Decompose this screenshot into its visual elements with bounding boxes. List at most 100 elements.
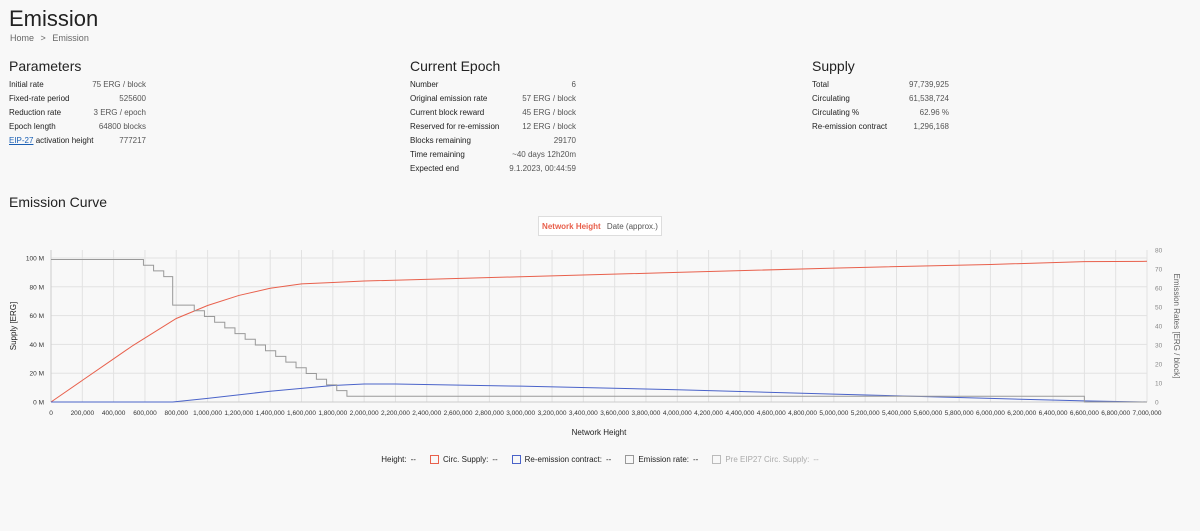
y2-tick-label: 10 — [1155, 381, 1163, 388]
y2-tick-label: 70 — [1155, 267, 1163, 274]
supply-label: Re-emission contract — [812, 122, 888, 131]
x-tick-label: 1,000,000 — [193, 410, 222, 417]
param-label: Fixed-rate period — [9, 94, 70, 103]
param-row: EIP-27 activation height 777217 — [9, 134, 146, 148]
x-tick-label: 5,000,000 — [819, 410, 848, 417]
x-tick-label: 6,000,000 — [976, 410, 1005, 417]
chart-legend: Height: -- Circ. Supply: -- Re-emission co… — [0, 455, 1200, 464]
reemission-line — [51, 383, 1148, 403]
param-value: 3 ERG / epoch — [93, 108, 146, 117]
supply-row: Total 97,739,925 — [812, 78, 949, 92]
x-tick-label: 5,400,000 — [882, 410, 911, 417]
legend-reem[interactable]: Re-emission contract: -- — [511, 455, 611, 464]
epoch-value: 9.1.2023, 00:44:59 — [509, 164, 576, 173]
x-tick-label: 200,000 — [71, 410, 95, 417]
axis-mode-toggle: Network Height Date (approx.) — [538, 216, 662, 236]
param-value: 525600 — [119, 94, 146, 103]
x-axis-label: Network Height — [572, 428, 627, 437]
parameters-title: Parameters — [9, 58, 82, 74]
legend-rate[interactable]: Emission rate: -- — [625, 455, 698, 464]
param-row: Initial rate 75 ERG / block — [9, 78, 146, 92]
legend-pre-label: Pre EIP27 Circ. Supply: — [725, 455, 810, 464]
x-tick-label: 5,200,000 — [851, 410, 880, 417]
x-tick-label: 6,800,000 — [1101, 410, 1130, 417]
x-tick-label: 2,600,000 — [444, 410, 473, 417]
legend-pre-eip27[interactable]: Pre EIP27 Circ. Supply: -- — [712, 455, 819, 464]
x-tick-label: 3,400,000 — [569, 410, 598, 417]
y-tick-label: 80 M — [30, 284, 44, 291]
legend-height: Height: -- — [381, 455, 416, 464]
x-tick-label: 2,400,000 — [412, 410, 441, 417]
epoch-value: 12 ERG / block — [522, 122, 576, 131]
y2-tick-label: 40 — [1155, 324, 1163, 331]
y-tick-label: 60 M — [30, 313, 44, 320]
param-row: Fixed-rate period 525600 — [9, 92, 146, 106]
epoch-row: Number 6 — [410, 78, 576, 92]
x-tick-label: 3,600,000 — [600, 410, 629, 417]
legend-height-label: Height: — [381, 455, 407, 464]
y-tick-label: 100 M — [26, 256, 44, 263]
supply-row: Re-emission contract 1,296,168 — [812, 120, 949, 134]
legend-height-value: -- — [410, 455, 416, 464]
x-tick-label: 6,200,000 — [1007, 410, 1036, 417]
x-tick-label: 6,600,000 — [1070, 410, 1099, 417]
x-tick-label: 400,000 — [102, 410, 126, 417]
param-label: Initial rate — [9, 80, 44, 89]
y-tick-label: 20 M — [30, 371, 44, 378]
epoch-row: Expected end 9.1.2023, 00:44:59 — [410, 162, 576, 176]
toggle-network-height[interactable]: Network Height — [542, 222, 601, 231]
epoch-label: Blocks remaining — [410, 136, 471, 145]
x-tick-label: 1,600,000 — [287, 410, 316, 417]
epoch-row: Original emission rate 57 ERG / block — [410, 92, 576, 106]
legend-circ[interactable]: Circ. Supply: -- — [429, 455, 498, 464]
curve-title: Emission Curve — [9, 194, 108, 210]
x-tick-label: 4,400,000 — [725, 410, 754, 417]
param-value: 777217 — [119, 136, 146, 145]
breadcrumb-home[interactable]: Home — [10, 33, 34, 43]
eip27-link[interactable]: EIP-27 — [9, 136, 33, 145]
emission-chart[interactable]: 0 200,000 400,000 600,000 800,000 1,000,000 1,… — [0, 244, 1200, 444]
epoch-value: 45 ERG / block — [522, 108, 576, 117]
legend-circ-value: -- — [492, 455, 498, 464]
y2-tick-label: 20 — [1155, 362, 1163, 369]
supply-value: 62.96 % — [919, 108, 949, 117]
supply-row: Circulating % 62.96 % — [812, 106, 949, 120]
x-tick-label: 5,600,000 — [913, 410, 942, 417]
x-tick-label: 2,200,000 — [381, 410, 410, 417]
x-tick-label: 6,400,000 — [1039, 410, 1068, 417]
epoch-row: Current block reward 45 ERG / block — [410, 106, 576, 120]
x-tick-label: 2,000,000 — [350, 410, 379, 417]
supply-label: Circulating % — [812, 108, 860, 117]
epoch-table: Number 6 Original emission rate 57 ERG / b… — [410, 78, 576, 176]
x-tick-label: 3,000,000 — [506, 410, 535, 417]
supply-value: 61,538,724 — [908, 94, 949, 103]
epoch-value: 57 ERG / block — [522, 94, 576, 103]
x-tick-label: 4,200,000 — [694, 410, 723, 417]
legend-reem-label: Re-emission contract: — [524, 455, 602, 464]
param-value: 75 ERG / block — [92, 80, 146, 89]
x-tick-label: 800,000 — [165, 410, 189, 417]
param-row: Epoch length 64800 blocks — [9, 120, 146, 134]
x-tick-label: 1,400,000 — [256, 410, 285, 417]
y2-tick-label: 80 — [1155, 248, 1163, 255]
param-label: Epoch length — [9, 122, 56, 131]
page-title: Emission — [9, 6, 99, 31]
x-tick-label: 5,800,000 — [945, 410, 974, 417]
y-tick-label: 40 M — [30, 342, 44, 349]
toggle-date[interactable]: Date (approx.) — [607, 222, 658, 231]
supply-row: Circulating 61,538,724 — [812, 92, 949, 106]
legend-rate-swatch — [625, 455, 635, 464]
epoch-value: 6 — [571, 80, 576, 89]
legend-rate-value: -- — [693, 455, 699, 464]
x-tick-label: 4,800,000 — [788, 410, 817, 417]
x-tick-label: 4,000,000 — [663, 410, 692, 417]
legend-pre-value: -- — [813, 455, 819, 464]
breadcrumb-separator: > — [40, 33, 46, 43]
y2-tick-label: 50 — [1155, 305, 1163, 312]
y-axis-label: Supply [ERG] — [9, 302, 18, 350]
legend-circ-swatch — [429, 455, 439, 464]
x-tick-label: 4,600,000 — [757, 410, 786, 417]
epoch-label: Reserved for re-emission — [410, 122, 500, 131]
supply-title: Supply — [812, 58, 855, 74]
epoch-label: Original emission rate — [410, 94, 488, 103]
